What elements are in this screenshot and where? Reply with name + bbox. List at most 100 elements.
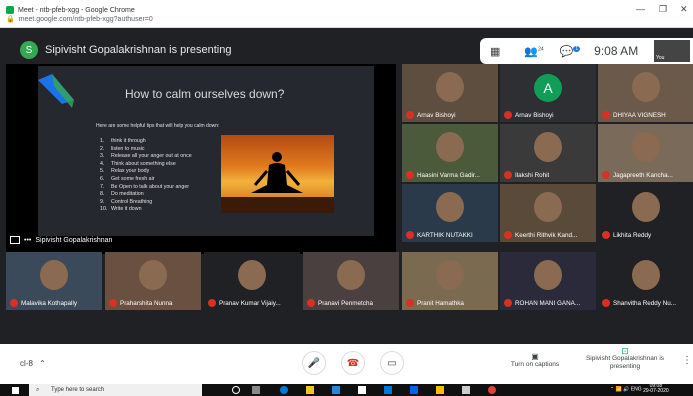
participant-name-label: Likhita Reddy xyxy=(602,231,651,239)
dropbox-icon[interactable] xyxy=(410,386,418,394)
browser-titlebar: Meet - ntb-pfeb-xgg - Google Chrome 🔒 me… xyxy=(0,0,693,28)
participant-tile[interactable]: Keerthi Rithvik Kand... xyxy=(500,184,596,242)
participant-name: Jagapreeth Kancha... xyxy=(613,171,673,179)
hang-up-icon: ☎ xyxy=(346,357,360,369)
minimize-button[interactable]: — xyxy=(636,4,645,14)
system-tray: ⌃ 📶 🔊 ENG 09:08 29-07-2020 xyxy=(610,384,669,394)
participant-tile[interactable]: Pranav Kumar Vijaiy... xyxy=(204,252,300,310)
taskbar-search[interactable]: ⌕ Type here to search xyxy=(29,384,202,396)
meeting-clock: 9:08 AM xyxy=(594,44,639,58)
mic-muted-icon xyxy=(602,111,610,119)
mic-muted-icon xyxy=(10,299,18,307)
chat-icon[interactable]: 💬 1 xyxy=(560,45,581,58)
presenting-button[interactable]: ⊡ Sipivisht Gopalakrishnan is presenting xyxy=(583,347,667,371)
more-options-icon[interactable]: ••• xyxy=(24,237,31,244)
participant-tile[interactable]: Ilakshi Rohit xyxy=(500,124,596,182)
participant-video xyxy=(436,260,464,290)
participant-name-label: Shanvitha Reddy Nu... xyxy=(602,299,676,307)
folder-icon[interactable] xyxy=(436,386,444,394)
participant-tile[interactable]: Shanvitha Reddy Nu... xyxy=(598,252,693,310)
mic-muted-icon xyxy=(504,299,512,307)
windows-start-icon[interactable] xyxy=(12,387,19,394)
cortana-icon[interactable] xyxy=(232,386,240,394)
participant-tile[interactable]: Malavika Kothapally xyxy=(6,252,102,310)
present-screen-icon xyxy=(10,236,20,244)
participant-name: Likhita Reddy xyxy=(613,231,652,239)
tip-item: 4. Think about something else xyxy=(100,161,192,169)
participant-tile[interactable]: Jagapreeth Kancha... xyxy=(598,124,693,182)
meditation-image xyxy=(221,135,334,213)
slide-title: How to calm ourselves down? xyxy=(125,87,285,101)
file-explorer-icon[interactable] xyxy=(306,386,314,394)
presenter-name-label: ••• Sipivisht Gopalakrishnan xyxy=(10,236,112,244)
close-button[interactable]: ✕ xyxy=(680,4,688,15)
participant-video xyxy=(632,260,660,290)
participant-tile[interactable]: Haasini Varma Gadir... xyxy=(402,124,498,182)
edge-icon[interactable] xyxy=(280,386,288,394)
self-view-tile[interactable]: You xyxy=(654,40,690,62)
mic-muted-icon xyxy=(406,299,414,307)
participant-tile[interactable]: Pranit Hamathka xyxy=(402,252,498,310)
tip-text: listen to music xyxy=(111,145,145,152)
participant-tile[interactable]: Arnav Bishoyi xyxy=(402,64,498,122)
ie-icon[interactable] xyxy=(332,386,340,394)
mic-button[interactable]: 🎤 xyxy=(302,351,326,375)
task-view-icon[interactable] xyxy=(252,386,260,394)
participant-tile[interactable]: Pranavi Penmetcha xyxy=(303,252,399,310)
meeting-details[interactable]: cl-8 ⌃ xyxy=(20,359,46,368)
tip-text: Release all your anger out at once xyxy=(111,153,192,160)
participant-tile[interactable]: ROHAN MANI GANA... xyxy=(500,252,596,310)
participant-name-label: Arnav Bishoyi xyxy=(406,111,456,119)
url-text[interactable]: meet.google.com/ntb-pfeb-xgg?authuser=0 xyxy=(19,16,153,23)
participant-video xyxy=(337,260,365,290)
participant-video xyxy=(436,72,464,102)
tip-text: Get some fresh air xyxy=(111,175,155,182)
tip-item: 2. listen to music xyxy=(100,146,192,154)
participant-name: Malavika Kothapally xyxy=(21,299,78,307)
wifi-icon[interactable]: 📶 xyxy=(616,386,622,392)
tip-item: 10. Write it down xyxy=(100,206,192,214)
participant-name: Haasini Varma Gadir... xyxy=(417,171,480,179)
participant-name: Pranavi Penmetcha xyxy=(318,299,373,307)
participant-avatar: A xyxy=(534,74,562,102)
restore-button[interactable]: ❐ xyxy=(659,4,667,15)
chrome-icon[interactable] xyxy=(488,386,496,394)
participant-tile[interactable]: KARTHIK NUTAKKI xyxy=(402,184,498,242)
store-icon[interactable] xyxy=(384,386,392,394)
captions-button[interactable]: ▣ Turn on captions xyxy=(505,352,565,368)
mic-muted-icon xyxy=(504,171,512,179)
participant-tile[interactable]: DHIYAA VIGNESH xyxy=(598,64,693,122)
leave-call-button[interactable]: ☎ xyxy=(341,351,365,375)
tip-item: 6. Get some fresh air xyxy=(100,176,192,184)
window-title-text: Meet - ntb-pfeb-xgg - Google Chrome xyxy=(18,6,135,14)
search-icon: ⌕ xyxy=(36,386,40,393)
tip-item: 7. Be Open to talk about your anger xyxy=(100,184,192,192)
participant-name-label: Ilakshi Rohit xyxy=(504,171,549,179)
taskbar-clock[interactable]: 09:08 29-07-2020 xyxy=(643,384,669,394)
participant-video xyxy=(632,192,660,222)
participant-name: Arnav Bishoyi xyxy=(417,111,456,119)
volume-icon[interactable]: 🔊 xyxy=(623,386,629,392)
more-options-button[interactable]: ⋮ xyxy=(682,355,692,366)
lock-icon: 🔒 xyxy=(6,16,15,23)
tip-item: 3. Release all your anger out at once xyxy=(100,153,192,161)
camera-button[interactable]: ▭ xyxy=(380,351,404,375)
document-icon[interactable] xyxy=(358,386,366,394)
participant-tile[interactable]: Likhita Reddy xyxy=(598,184,693,242)
tip-number: 5. xyxy=(100,168,105,175)
tip-number: 10. xyxy=(100,206,108,213)
mic-muted-icon xyxy=(504,231,512,239)
app-icon[interactable] xyxy=(462,386,470,394)
tip-number: 3. xyxy=(100,153,105,160)
address-bar[interactable]: 🔒 meet.google.com/ntb-pfeb-xgg?authuser=… xyxy=(6,15,153,24)
participant-name: Shanvitha Reddy Nu... xyxy=(613,299,677,307)
participant-tile[interactable]: A Arnav Bishoyi xyxy=(500,64,596,122)
participant-video xyxy=(436,132,464,162)
participant-name-label: KARTHIK NUTAKKI xyxy=(406,231,473,239)
language-indicator[interactable]: ENG xyxy=(631,386,642,392)
participant-tile[interactable]: Praharshita Nunna xyxy=(105,252,201,310)
grid-layout-icon[interactable]: ▦ xyxy=(490,45,500,58)
mic-muted-icon xyxy=(602,299,610,307)
tray-chevron-icon[interactable]: ⌃ xyxy=(610,386,614,392)
people-icon[interactable]: 👥24 xyxy=(524,45,543,58)
